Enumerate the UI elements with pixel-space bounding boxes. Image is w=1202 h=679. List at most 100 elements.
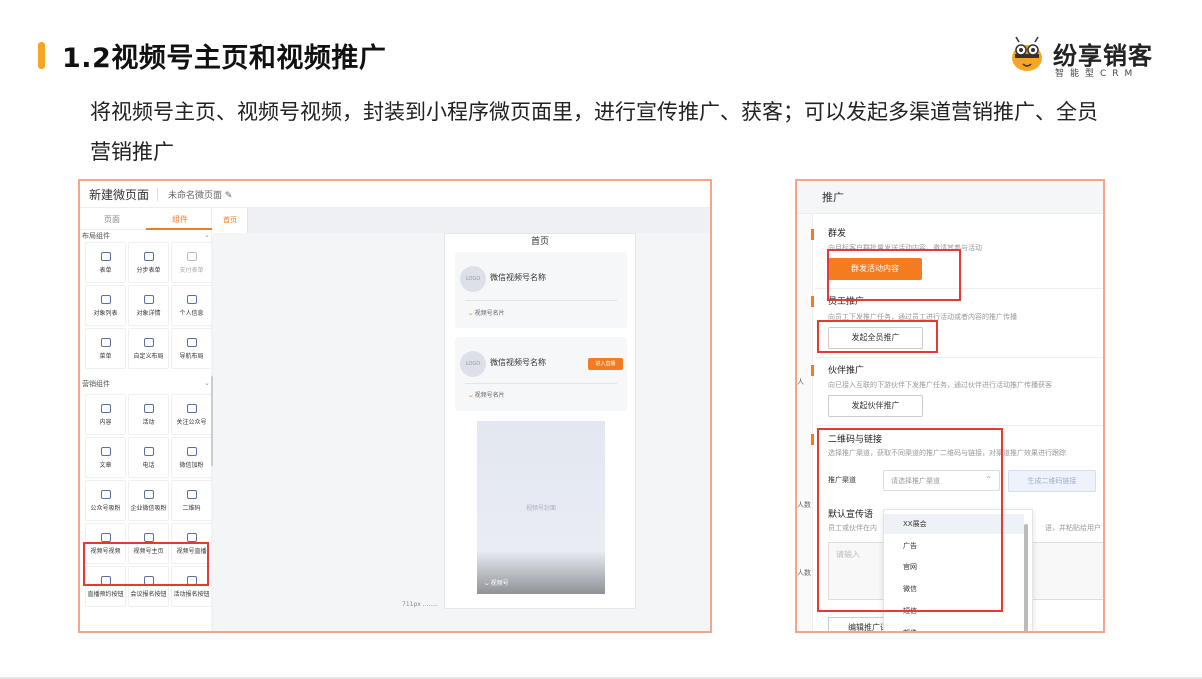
channels-live-card[interactable]: LOGO 微信视频号名称 进入直播 ᴗ 视频号名片 xyxy=(455,337,627,411)
tab-components[interactable]: 组件 xyxy=(172,214,188,225)
promotion-header: 推广 xyxy=(797,181,1103,214)
highlight-staff-promo xyxy=(817,320,938,353)
title-accent-bar xyxy=(38,42,45,69)
menu-icon xyxy=(100,337,111,347)
step-form-icon xyxy=(143,251,154,261)
user-follow-icon xyxy=(186,403,197,413)
gutter-label: 人数 xyxy=(797,569,811,577)
gutter-label: 人 xyxy=(797,378,804,386)
video-icon xyxy=(100,532,111,542)
canvas-width-label: 711px ........ xyxy=(402,601,438,608)
page-name[interactable]: 未命名微页面 ✎ xyxy=(168,188,232,201)
nav-layout-icon xyxy=(186,337,197,347)
partner-promo-desc: 向已接入互联的下游伙伴下发推广任务，通过伙伴进行活动推广传播获客 xyxy=(828,381,1052,389)
component-payment-form[interactable]: 支付表单 xyxy=(171,242,212,283)
mass-send-title: 群发 xyxy=(828,229,847,239)
gutter-label: 人数 xyxy=(797,501,811,509)
account-card-link[interactable]: ᴗ 视频号名片 xyxy=(469,390,505,399)
brand-tagline: 智能型CRM xyxy=(1055,69,1139,79)
tab-page[interactable]: 页面 xyxy=(104,214,120,225)
section-divider xyxy=(815,425,1103,426)
account-name: 微信视频号名称 xyxy=(490,273,546,282)
phone-preview: 首页 LOGO 微信视频号名称 ᴗ 视频号名片 LOGO 微信视频号名称 进入直播… xyxy=(444,233,636,609)
component-profile[interactable]: 个人信息 xyxy=(171,285,212,326)
preview-page-title: 首页 xyxy=(530,237,549,247)
account-card-link[interactable]: ᴗ 视频号名片 xyxy=(469,308,505,317)
cart-icon xyxy=(186,251,197,261)
enter-live-button[interactable]: 进入直播 xyxy=(588,358,623,370)
component-nav-layout[interactable]: 导航布局 xyxy=(171,328,212,369)
start-partner-promo-button[interactable]: 发起伙伴推广 xyxy=(828,395,923,417)
component-custom-layout[interactable]: 自定义布局 xyxy=(128,328,169,369)
channels-icon: ᴗ xyxy=(469,392,473,399)
edit-pencil-icon[interactable]: ✎ xyxy=(225,191,233,201)
live-camera-icon xyxy=(186,532,197,542)
component-wechat-fans[interactable]: 微信加粉 xyxy=(171,437,212,478)
article-icon xyxy=(100,446,111,456)
generate-qr-button[interactable]: 生成二维码链接 xyxy=(1008,470,1096,492)
cover-badge: ᴗ 视频号 xyxy=(485,580,509,587)
default-slogan-desc-right: 语，并粘贴给用户 xyxy=(1045,524,1101,532)
detail-icon xyxy=(143,294,154,304)
flag-icon xyxy=(143,403,154,413)
logo-placeholder: LOGO xyxy=(460,266,486,292)
component-form[interactable]: 表单 xyxy=(85,242,126,283)
document-icon xyxy=(100,403,111,413)
active-tab-underline xyxy=(146,228,212,230)
page-tab-home[interactable]: 首页 xyxy=(213,208,248,233)
component-menu[interactable]: 菜单 xyxy=(85,328,126,369)
section-marker xyxy=(811,296,814,307)
component-follow-account[interactable]: 关注公众号 xyxy=(171,394,212,435)
channels-icon xyxy=(143,532,154,542)
editor-canvas: 首页 首页 LOGO 微信视频号名称 ᴗ 视频号名片 LOGO 微信视频号名称 进… xyxy=(213,208,710,631)
slide-title: 1.2视频号主页和视频推广 xyxy=(62,43,387,74)
chat-icon xyxy=(186,446,197,456)
layout-component-grid: 表单 分步表单 支付表单 对象列表 对象详情 个人信息 菜单 自定义布局 导航布… xyxy=(85,242,212,369)
component-object-list[interactable]: 对象列表 xyxy=(85,285,126,326)
section-marker xyxy=(811,229,814,240)
component-activity[interactable]: 活动 xyxy=(128,394,169,435)
highlight-mass-send xyxy=(827,249,961,301)
form-icon xyxy=(100,251,111,261)
slide-description: 将视频号主页、视频号视频，封装到小程序微页面里，进行宣传推广、获客；可以发起多渠… xyxy=(90,100,1098,164)
layout-section-label: 布局组件 xyxy=(82,232,110,240)
chevron-down-icon[interactable]: ⌄ xyxy=(204,231,210,239)
channel-option[interactable]: 邮件 xyxy=(884,623,1024,631)
editor-header: 新建微页面 未命名微页面 ✎ xyxy=(80,181,710,208)
promotion-panel-screenshot: 推广 人 人数 人数 群发 向目标客户群批量发送活动内容，邀请其参与活动 群发活… xyxy=(795,179,1105,633)
phone-icon xyxy=(143,446,154,456)
bee-mascot-icon xyxy=(1012,36,1042,71)
editor-title: 新建微页面 xyxy=(89,188,150,202)
component-content[interactable]: 内容 xyxy=(85,394,126,435)
cover-placeholder-text: 视频号封面 xyxy=(525,505,556,512)
qrcode-icon xyxy=(186,489,197,499)
promotion-title: 推广 xyxy=(822,191,844,204)
component-wecom-fans[interactable]: 企业微信吸粉 xyxy=(128,480,169,521)
chevron-down-icon[interactable]: ⌄ xyxy=(204,379,210,387)
highlight-channels-components xyxy=(83,542,209,586)
component-object-detail[interactable]: 对象详情 xyxy=(128,285,169,326)
header-divider xyxy=(157,188,158,201)
cloud-icon xyxy=(143,489,154,499)
component-step-form[interactable]: 分步表单 xyxy=(128,242,169,283)
video-cover[interactable]: 视频号封面 ᴗ 视频号 xyxy=(477,421,605,594)
partner-promo-title: 伙伴推广 xyxy=(828,366,865,376)
component-account-fans[interactable]: 公众号吸粉 xyxy=(85,480,126,521)
component-article[interactable]: 文章 xyxy=(85,437,126,478)
channels-icon: ᴗ xyxy=(469,310,473,317)
section-marker xyxy=(811,434,814,445)
dropdown-scrollbar[interactable] xyxy=(1024,524,1028,631)
canvas-area: 首页 LOGO 微信视频号名称 ᴗ 视频号名片 LOGO 微信视频号名称 进入直播… xyxy=(213,233,710,631)
pen-icon xyxy=(143,337,154,347)
channels-icon: ᴗ xyxy=(485,580,489,587)
card-divider xyxy=(465,383,617,384)
card-divider xyxy=(465,300,617,301)
profile-card-icon xyxy=(186,294,197,304)
sidebar-tabs: 页面 组件 xyxy=(80,208,212,230)
component-qrcode[interactable]: 二维码 xyxy=(171,480,212,521)
user-icon xyxy=(100,489,111,499)
channels-home-card[interactable]: LOGO 微信视频号名称 ᴗ 视频号名片 xyxy=(455,252,627,328)
component-phone[interactable]: 电话 xyxy=(128,437,169,478)
list-icon xyxy=(100,294,111,304)
left-gutter: 人 人数 人数 xyxy=(797,214,813,631)
